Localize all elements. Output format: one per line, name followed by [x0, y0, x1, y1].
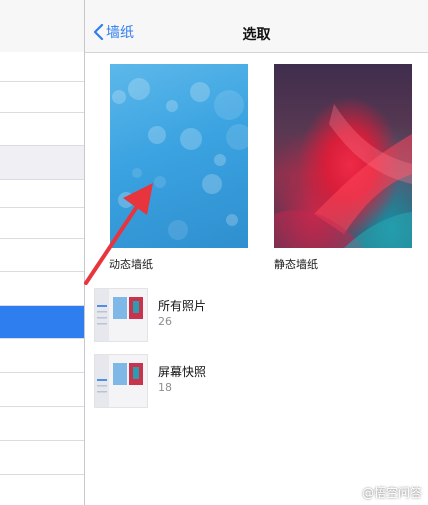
album-all-photos[interactable]: 所有照片 26 [94, 288, 428, 346]
album-thumbnail [94, 288, 148, 342]
sidebar-item[interactable] [0, 475, 84, 505]
still-wallpaper-label: 静态墙纸 [274, 258, 318, 271]
still-wallpaper-thumbnail[interactable] [274, 64, 412, 248]
sidebar-item[interactable] [0, 339, 84, 373]
dynamic-wallpaper-label: 动态墙纸 [109, 258, 153, 271]
album-count: 18 [158, 381, 172, 394]
sidebar-item[interactable] [0, 113, 84, 146]
sidebar-section-gap [0, 146, 84, 180]
still-wallpaper-artwork [274, 104, 412, 248]
dynamic-wallpaper-thumbnail[interactable] [110, 64, 248, 248]
album-count: 26 [158, 315, 172, 328]
settings-sidebar [0, 0, 85, 505]
sidebar-item[interactable] [0, 441, 84, 475]
sidebar-item[interactable] [0, 82, 84, 113]
album-thumbnail [94, 354, 148, 408]
sidebar-item[interactable] [0, 373, 84, 407]
sidebar-item[interactable] [0, 208, 84, 239]
sidebar-item[interactable] [0, 272, 84, 306]
sidebar-item[interactable] [0, 407, 84, 441]
page-title: 选取 [242, 27, 271, 43]
sidebar-item-wallpaper-selected[interactable] [0, 306, 84, 339]
sidebar-item[interactable] [0, 52, 84, 82]
album-name: 屏幕快照 [158, 365, 207, 379]
wukong-logo-icon [341, 483, 359, 501]
sidebar-item[interactable] [0, 239, 84, 272]
album-name: 所有照片 [158, 299, 207, 313]
album-screenshots[interactable]: 屏幕快照 18 [94, 354, 428, 412]
navigation-bar: 墙纸 选取 [85, 0, 428, 53]
watermark-text: @悟空问答 [361, 485, 422, 500]
sidebar-header [0, 0, 84, 53]
sidebar-item[interactable] [0, 180, 84, 208]
watermark: @悟空问答 [341, 483, 422, 501]
